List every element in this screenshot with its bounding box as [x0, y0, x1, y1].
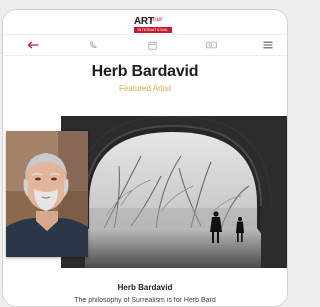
- search-button[interactable]: [199, 35, 223, 55]
- artist-portrait-graphic: [6, 131, 88, 257]
- back-arrow-icon: [27, 41, 39, 49]
- menu-icon: [263, 41, 273, 49]
- search-icon: [205, 41, 217, 49]
- artist-portrait: [6, 131, 88, 257]
- logo-tour-text: tour: [151, 15, 163, 23]
- phone-icon: [89, 41, 97, 49]
- back-button[interactable]: [21, 35, 45, 55]
- featured-artwork-image: [61, 115, 287, 268]
- caption-text: The philosophy of Surrealism is for Herb…: [74, 297, 216, 304]
- artwork-caption: Herb Bardavid The philosophy of Surreali…: [3, 283, 287, 304]
- call-button[interactable]: [81, 35, 105, 55]
- art-tour-logo[interactable]: ART tour INTERNATIONAL: [134, 15, 174, 34]
- phone-frame: ART tour INTERNATIONAL Herb Bardavid Fea…: [2, 9, 288, 307]
- tunnel-photo-graphic: [61, 115, 287, 268]
- calendar-icon: [147, 41, 157, 50]
- artist-name: Herb Bardavid: [91, 63, 199, 80]
- logo-international-banner: INTERNATIONAL: [134, 27, 172, 33]
- nav-bar: [3, 34, 287, 56]
- calendar-button[interactable]: [140, 35, 164, 55]
- artist-header: Herb Bardavid Featured Artist: [3, 63, 287, 93]
- artist-subtitle: Featured Artist: [118, 84, 172, 93]
- menu-button[interactable]: [256, 35, 280, 55]
- caption-artist-name: Herb Bardavid: [117, 283, 173, 292]
